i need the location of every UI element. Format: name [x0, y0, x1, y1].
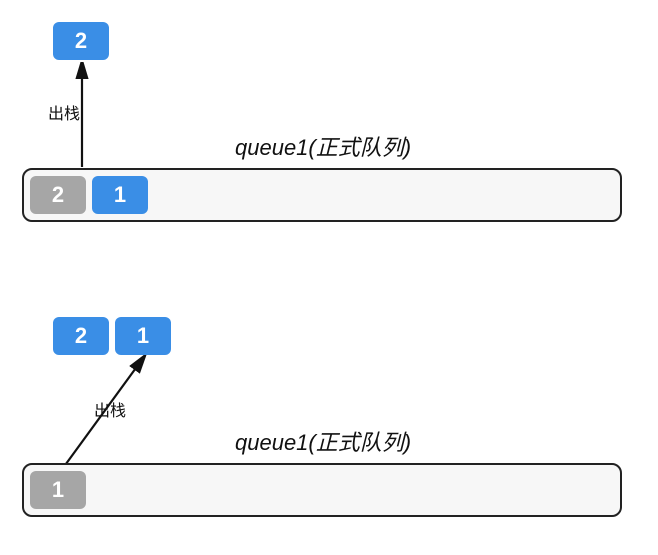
queue-container: 1 [22, 463, 622, 517]
popped-cell: 2 [53, 22, 109, 60]
queue-cell: 1 [92, 176, 148, 214]
cell-value: 1 [52, 477, 64, 503]
cell-value: 2 [75, 323, 87, 349]
popped-cell: 2 [53, 317, 109, 355]
pop-arrow-label: 出栈 [94, 397, 126, 421]
cell-value: 2 [75, 28, 87, 54]
queue-cell: 1 [30, 471, 86, 509]
queue-title: queue1(正式队列) [235, 130, 411, 162]
cell-value: 2 [52, 182, 64, 208]
queue-cell: 2 [30, 176, 86, 214]
pop-arrow-label: 出栈 [48, 100, 80, 124]
scene-2: 2 1 出栈 queue1(正式队列) 1 [0, 295, 658, 555]
queue-container: 2 1 [22, 168, 622, 222]
cell-value: 1 [137, 323, 149, 349]
scene-1: 2 出栈 queue1(正式队列) 2 1 [0, 0, 658, 260]
cell-value: 1 [114, 182, 126, 208]
queue-title: queue1(正式队列) [235, 425, 411, 457]
popped-cell: 1 [115, 317, 171, 355]
